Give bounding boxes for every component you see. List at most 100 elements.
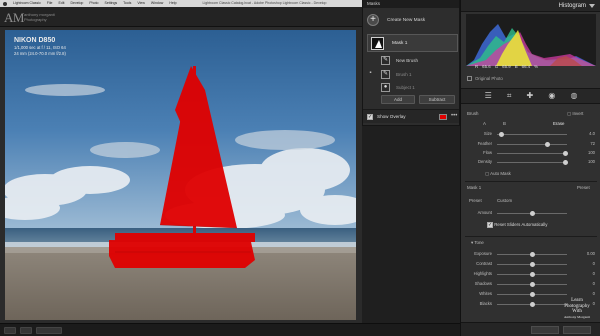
identity-name-line2: Photography [24,17,47,22]
reset-sliders-checkbox[interactable]: ✓ [487,222,493,228]
histogram-shape [466,24,596,66]
blacks-slider[interactable] [497,301,567,307]
image-canvas[interactable]: NIKON D850 1/1,000 sec at f / 11, ISO 64… [0,27,362,323]
slider-value[interactable]: 0 [577,261,595,266]
menu-settings[interactable]: Settings [105,0,118,7]
slider-knob[interactable] [530,261,535,267]
contrast-slider[interactable] [497,261,567,267]
flow-slider[interactable] [497,150,568,156]
identity-name: anthony morganti Photography [24,12,55,22]
identity-mark: AM [4,10,24,25]
density-slider[interactable] [497,159,568,165]
slider-knob[interactable] [563,150,568,156]
slider-knob[interactable] [530,210,535,216]
menu-view[interactable]: View [137,0,145,7]
invert-checkbox-label[interactable]: ▢ Invert [567,111,583,117]
whites-slider[interactable] [497,291,567,297]
menu-photo[interactable]: Photo [89,0,98,7]
readout-g-value: 65.9 [502,64,511,69]
red-eye-icon[interactable]: ◉ [548,91,555,101]
readout-r-value: 65.6 [482,64,491,69]
histogram-title: Histogram [558,3,586,9]
component-label: Subject 1 [396,84,415,90]
menu-tools[interactable]: Tools [123,0,131,7]
show-overlay-row: ✓ Show Overlay ••• [363,109,459,123]
slider-label: Feather [477,141,492,146]
create-new-mask-button[interactable]: + Create New Mask [367,13,457,27]
apple-icon[interactable] [3,1,7,6]
reset-sliders-toggle[interactable]: ✓ Reset Sliders Automatically [487,222,547,228]
rgb-readout: R 65.6 G 65.9 B 66.4 % [475,64,595,69]
section-divider [465,236,597,237]
slider-value[interactable]: 4.0 [577,131,595,136]
photo-preview[interactable]: NIKON D850 1/1,000 sec at f / 11, ISO 64… [5,30,356,320]
menu-help[interactable]: Help [169,0,176,7]
slider-value[interactable]: 0.00 [577,251,595,256]
show-overlay-checkbox[interactable]: ✓ [367,113,373,120]
new-brush-label: New Brush [396,57,419,63]
mask-item-label: Mask 1 [392,40,408,46]
subject-icon: ● [381,82,390,92]
menu-file[interactable]: File [47,0,53,7]
brush-tab-a[interactable]: A [483,121,486,126]
histogram-header[interactable]: Histogram [461,0,600,12]
beach-sailboat-photo [5,30,356,320]
show-overlay-label: Show Overlay [377,114,406,119]
exposure-slider[interactable] [497,251,567,257]
more-options-icon[interactable]: ••• [451,113,457,120]
readout-b-value: 66.4 [521,64,531,69]
size-slider[interactable] [497,131,567,137]
component-brush-1[interactable]: ✎ Brush 1 [381,68,457,80]
toolbar-slot-button[interactable] [36,327,62,334]
mask-item-mask-1[interactable]: Mask 1 [367,34,458,52]
subtract-component-button[interactable]: Subtract [419,95,455,104]
mask-thumbnail [371,36,384,50]
new-brush-button[interactable]: ✎ New Brush [381,54,457,66]
reset-button[interactable] [563,326,591,334]
slider-knob[interactable] [563,159,568,165]
view-mode-button[interactable] [4,327,16,334]
previous-button[interactable] [531,326,559,334]
menu-window[interactable]: Window [151,0,163,7]
crop-icon[interactable]: ⌗ [507,91,512,101]
plus-icon: + [367,14,379,26]
slider-value[interactable]: 72 [577,141,595,146]
amount-slider[interactable] [497,210,567,216]
slider-knob[interactable] [545,141,550,147]
slider-value[interactable]: 100 [577,150,595,155]
slider-value[interactable]: 0 [577,271,595,276]
original-photo-checkbox[interactable] [467,76,472,81]
shadows-slider[interactable] [497,281,567,287]
feather-slider[interactable] [497,141,567,147]
overlay-color-swatch[interactable] [439,114,447,120]
component-label: Brush 1 [396,71,412,77]
slider-knob[interactable] [530,291,535,297]
slider-value[interactable]: 0 [577,291,595,296]
edit-sliders-icon[interactable]: ☰ [485,91,492,101]
healing-icon[interactable]: ✚ [527,91,534,101]
preset-dropdown-label: Preset [469,198,482,203]
auto-mask-toggle[interactable]: ▢ Auto Mask [485,171,511,177]
highlights-slider[interactable] [497,271,567,277]
before-after-button[interactable] [20,327,32,334]
component-subject-1[interactable]: ● Subject 1 [381,81,457,93]
add-component-button[interactable]: Add [381,95,415,104]
component-visibility-icon[interactable]: ▪ [367,70,374,77]
slider-value[interactable]: 100 [577,159,595,164]
slider-knob[interactable] [530,271,535,277]
original-photo-toggle[interactable]: Original Photo [467,76,503,81]
slider-label: Whites [479,291,492,296]
masking-icon[interactable]: ◍ [570,91,577,101]
menu-develop[interactable]: Develop [71,0,84,7]
slider-knob[interactable] [530,281,535,287]
brush-tab-erase[interactable]: Erase [553,121,564,126]
slider-knob[interactable] [530,301,535,307]
menu-edit[interactable]: Edit [58,0,64,7]
slider-value[interactable]: 0 [577,281,595,286]
slider-knob[interactable] [530,251,535,257]
collapse-triangle-icon[interactable] [589,4,595,8]
slider-knob[interactable] [499,131,504,137]
brush-tab-b[interactable]: B [503,121,506,126]
preset-dropdown[interactable]: Custom [497,198,512,203]
menu-app[interactable]: Lightroom Classic [13,0,41,7]
